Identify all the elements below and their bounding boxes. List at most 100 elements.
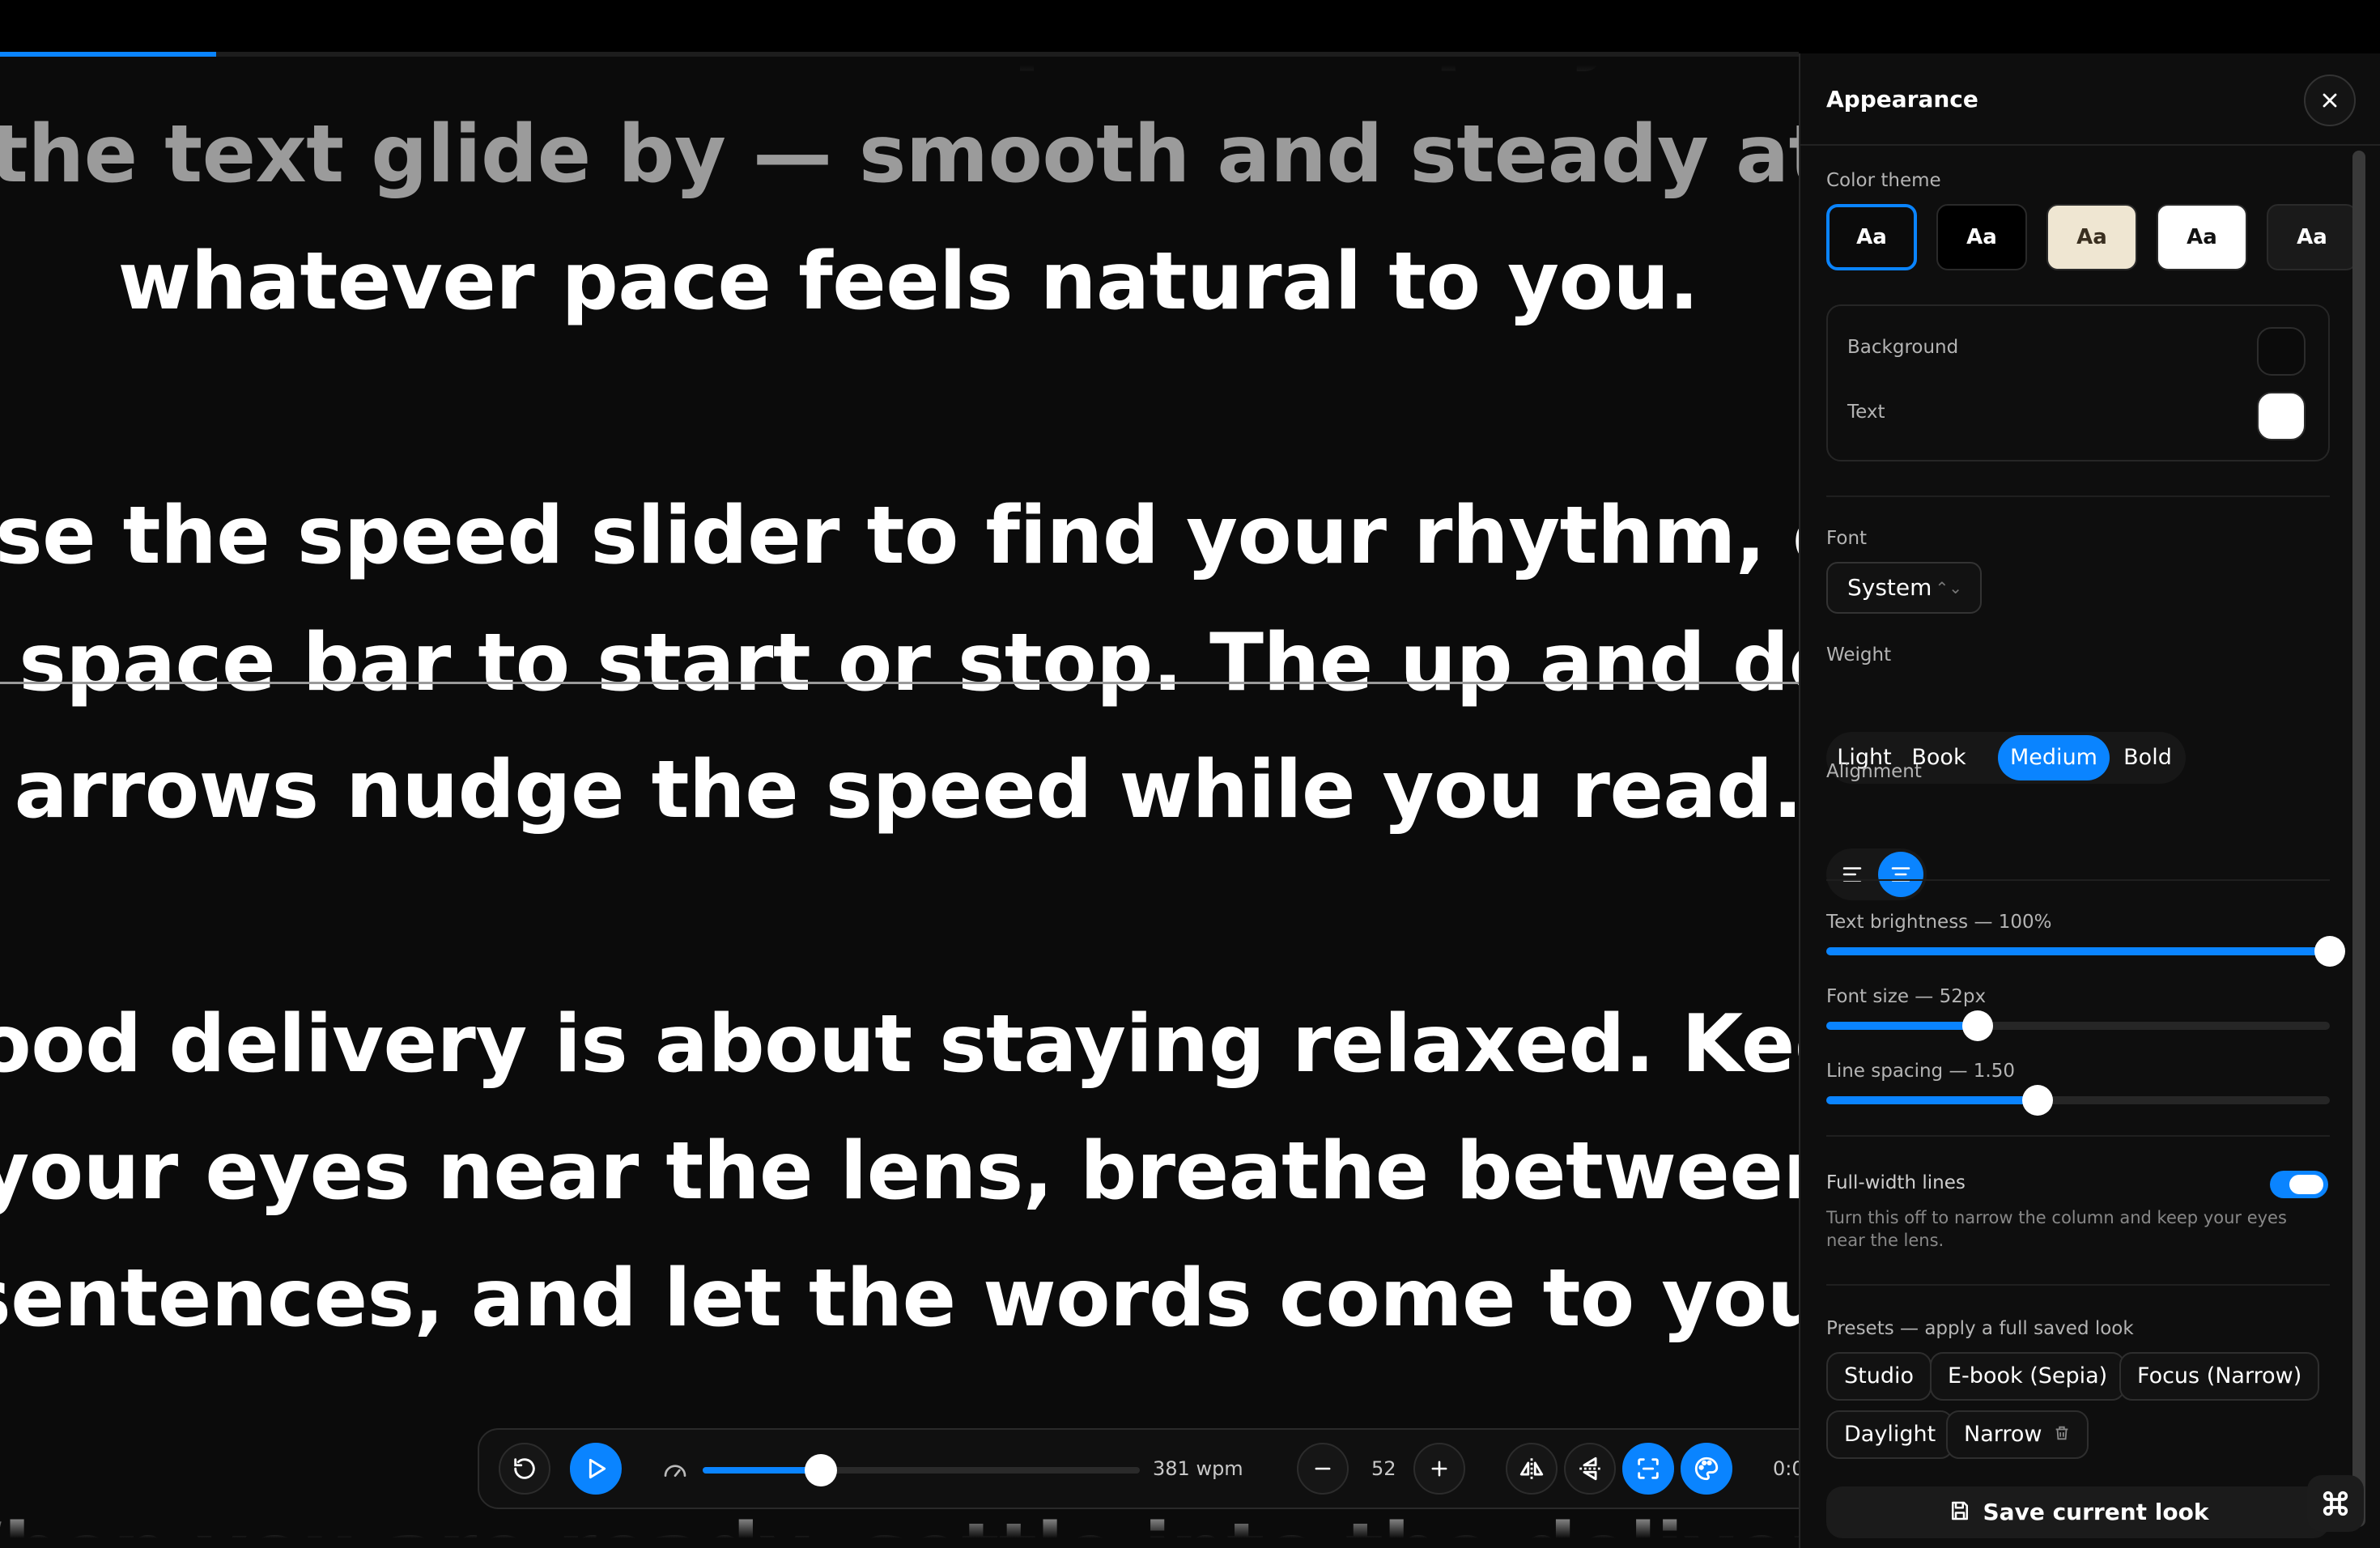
panel-header: Appearance [1800, 53, 2380, 146]
command-button[interactable] [2307, 1475, 2364, 1532]
palette-icon [1694, 1457, 1719, 1481]
theme-swatch[interactable]: Aa [2157, 204, 2247, 270]
close-button[interactable] [2304, 74, 2356, 126]
line-spacing-slider[interactable] [1826, 1085, 2330, 1116]
focus-frame-button[interactable] [1622, 1443, 1674, 1495]
theme-swatch[interactable]: Aa [2046, 204, 2137, 270]
preset-label: Focus (Narrow) [2137, 1363, 2302, 1389]
weight-label: Weight [1826, 644, 1892, 666]
theme-swatch[interactable]: Aa [1936, 204, 2027, 270]
script-line: sentences, and let the words come to you… [0, 1252, 1799, 1345]
divider [1826, 1135, 2330, 1137]
speed-slider[interactable] [703, 1454, 1140, 1486]
save-icon [1951, 1501, 1968, 1520]
full-width-help-text: Turn this off to narrow the column and k… [1826, 1208, 2287, 1250]
script-line: Good delivery is about staying relaxed. … [0, 998, 1799, 1091]
script-line: your eyes near the lens, breathe between [0, 1125, 1799, 1218]
theme-swatch[interactable]: Aa [2267, 204, 2357, 270]
font-size-slider-fill [1826, 1022, 1978, 1030]
preset-label: Daylight [1844, 1422, 1936, 1447]
preset-focus-narrow[interactable]: Focus (Narrow) [2119, 1352, 2320, 1401]
mirror-horizontal-button[interactable] [1506, 1443, 1558, 1495]
top-bar [0, 0, 2380, 53]
preset-narrow[interactable]: Narrow [1946, 1410, 2089, 1459]
preset-label: E-book (Sepia) [1948, 1363, 2108, 1389]
mirror-vertical-button[interactable] [1564, 1443, 1616, 1495]
align-center-icon [1891, 867, 1910, 882]
divider [1826, 495, 2330, 497]
speed-slider-handle[interactable] [804, 1454, 837, 1486]
reading-guide-line [0, 682, 1799, 684]
script-line: whatever pace feels natural to you. [117, 236, 1699, 328]
appearance-panel: Appearance Color theme Aa Aa Aa Aa Aa Backgr… [1799, 53, 2380, 1548]
brightness-slider-fill [1826, 947, 2330, 955]
alignment-control [1826, 848, 1927, 900]
panel-scrollbar[interactable] [2352, 151, 2365, 1527]
chevron-updown-icon: ⌃⌄ [1935, 578, 1962, 598]
preset-studio[interactable]: Studio [1826, 1352, 1932, 1401]
font-size-slider-handle[interactable] [1961, 1010, 1993, 1041]
theme-swatch[interactable]: Aa [1826, 204, 1917, 270]
line-spacing-label: Line spacing — 1.50 [1826, 1061, 2015, 1082]
font-label: Font [1826, 528, 1868, 549]
script-line: the space bar to start or stop. The up a… [0, 617, 1799, 709]
top-fade [0, 57, 1799, 113]
preset-ebook-sepia[interactable]: E-book (Sepia) [1930, 1352, 2126, 1401]
teleprompter-view[interactable]: This is a live demo script. Press play a… [0, 57, 1799, 1548]
font-select[interactable]: System ⌃⌄ [1826, 562, 1982, 614]
minus-icon [1315, 1467, 1331, 1470]
speed-slider-fill [703, 1467, 821, 1474]
brightness-slider-handle[interactable] [2314, 936, 2345, 967]
increase-font-size-button[interactable] [1413, 1443, 1465, 1495]
focus-frame-icon [1638, 1458, 1659, 1479]
font-size-readout: 52 [1371, 1457, 1396, 1480]
divider [1826, 879, 2330, 881]
weight-option-bold[interactable]: Bold [2113, 735, 2182, 780]
preset-daylight[interactable]: Daylight [1826, 1410, 1954, 1459]
script-progress-bar [0, 52, 1799, 57]
restart-icon [514, 1458, 535, 1479]
color-theme-label: Color theme [1826, 170, 1941, 191]
custom-colors-box: Background Text [1826, 304, 2330, 461]
font-select-value: System [1847, 574, 1932, 601]
playback-control-bar: 381 wpm 52 0:0 [478, 1428, 1902, 1509]
plus-icon [1431, 1461, 1447, 1477]
speed-readout: 381 wpm [1153, 1457, 1243, 1480]
presets-label: Presets — apply a full saved look [1826, 1318, 2134, 1339]
trash-icon[interactable] [2053, 1413, 2071, 1458]
mirror-vertical-icon [1579, 1457, 1600, 1481]
align-left-icon [1842, 867, 1862, 882]
full-width-toggle[interactable] [2270, 1171, 2328, 1198]
background-color-label: Background [1847, 337, 1959, 358]
text-color-label: Text [1847, 402, 1885, 423]
alignment-label: Alignment [1826, 761, 1922, 782]
preset-label: Studio [1844, 1363, 1914, 1389]
full-width-toggle-knob [2289, 1175, 2323, 1194]
line-spacing-slider-handle[interactable] [2022, 1085, 2054, 1116]
full-width-label: Full-width lines [1826, 1172, 1966, 1193]
decrease-font-size-button[interactable] [1297, 1443, 1349, 1495]
font-size-label: Font size — 52px [1826, 986, 1987, 1007]
play-icon [589, 1458, 606, 1479]
speedometer-icon [662, 1457, 688, 1486]
restart-button[interactable] [499, 1443, 550, 1495]
play-button[interactable] [570, 1443, 622, 1495]
appearance-button[interactable] [1681, 1443, 1732, 1495]
command-icon [2323, 1491, 2348, 1516]
save-current-look-button[interactable]: Save current look [1826, 1486, 2330, 1538]
align-left-button[interactable] [1830, 852, 1875, 897]
background-color-swatch[interactable] [2257, 327, 2306, 376]
script-progress-fill [0, 52, 216, 57]
weight-option-medium[interactable]: Medium [1998, 735, 2110, 780]
divider [1826, 1284, 2330, 1286]
font-size-slider[interactable] [1826, 1010, 2330, 1041]
align-center-button[interactable] [1878, 852, 1923, 897]
brightness-slider[interactable] [1826, 936, 2345, 967]
panel-title: Appearance [1826, 86, 1978, 113]
script-line: arrows nudge the speed while you read. [14, 744, 1799, 836]
text-color-swatch[interactable] [2257, 392, 2306, 440]
line-spacing-slider-fill [1826, 1096, 2038, 1104]
script-line: Use the speed slider to find your rhythm… [0, 490, 1799, 582]
